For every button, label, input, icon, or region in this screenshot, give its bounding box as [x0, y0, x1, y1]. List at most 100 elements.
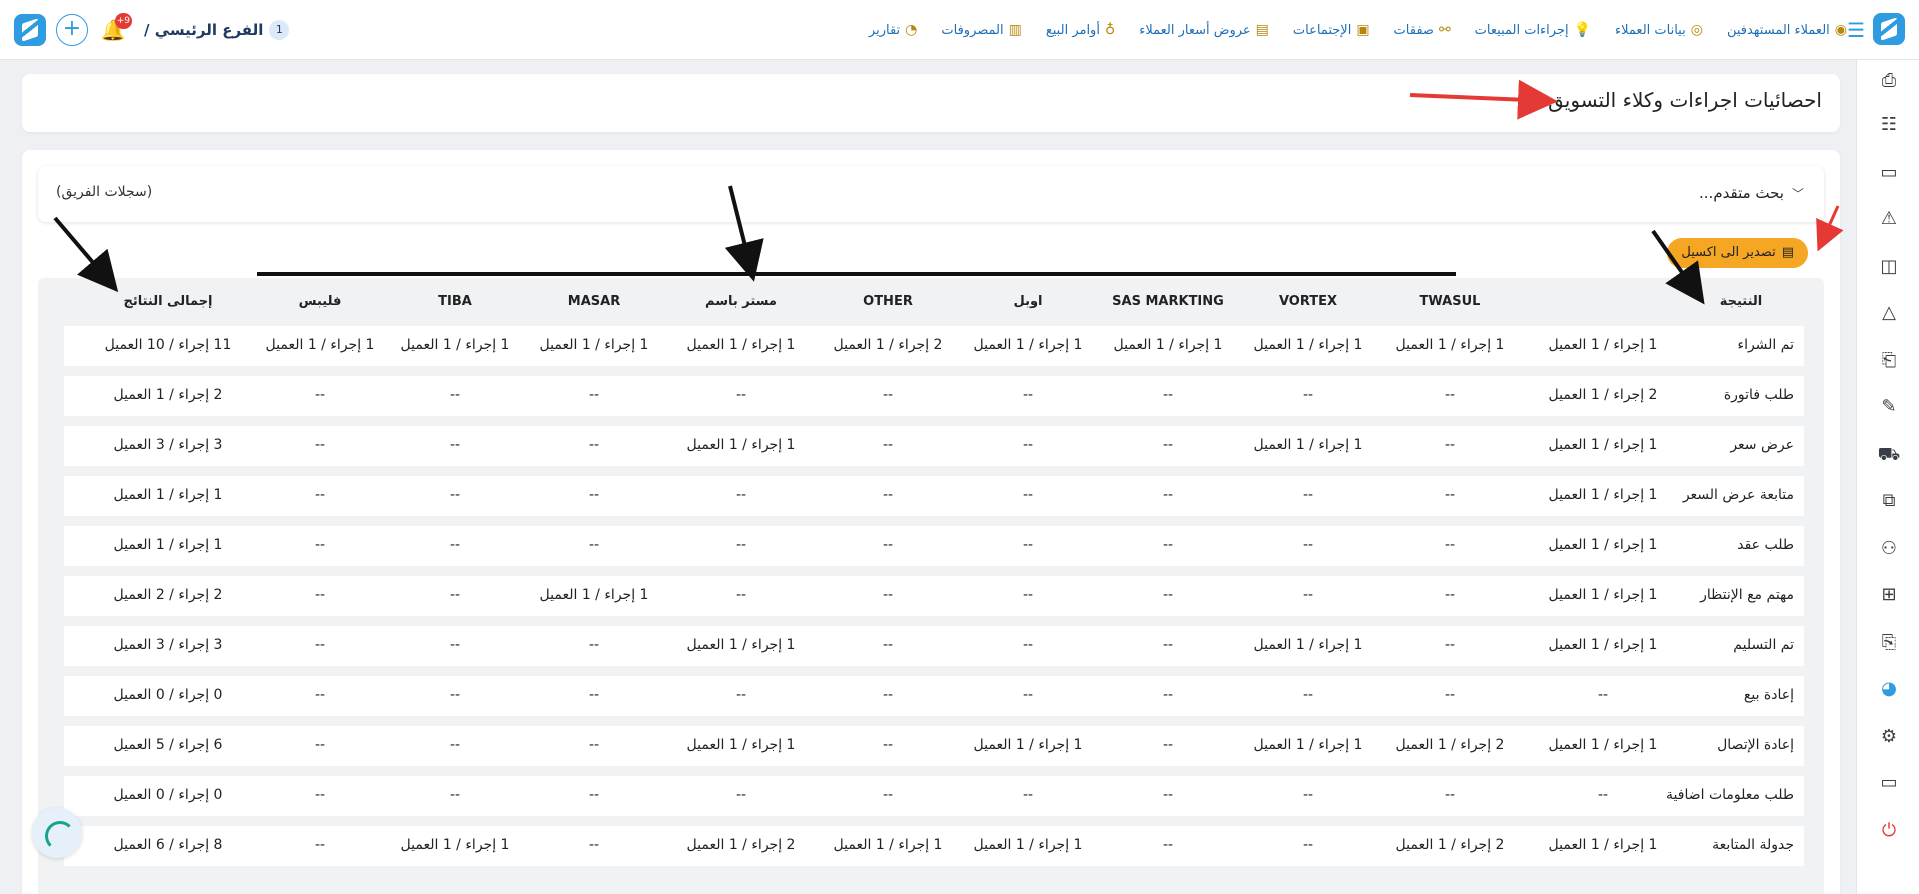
value-cell: --	[882, 687, 894, 703]
value-cell: --	[1444, 637, 1456, 653]
table-row: متابعة عرض السعر 1 إجراء / 1 العميل -- -- --…	[64, 476, 1804, 516]
nav-label: عروض أسعار العملاء	[1139, 22, 1251, 38]
value-cell: 1 إجراء / 1 العميل	[400, 337, 510, 353]
value-cell: --	[882, 587, 894, 603]
nav-quotes[interactable]: ▤ عروض أسعار العملاء	[1127, 22, 1281, 38]
user-settings-icon[interactable]: ⚇	[1876, 536, 1902, 562]
top-navigation-bar: + 🔔 +9 1 الفرع الرئيسي / ◉ العملاء المست…	[0, 0, 1919, 60]
column-header: TWASUL	[1419, 294, 1481, 309]
value-cell: --	[1302, 387, 1314, 403]
chart-triangle-icon[interactable]: △	[1876, 300, 1902, 326]
warning-icon[interactable]: ⚠	[1876, 206, 1902, 232]
table-header: النتيجة TWASUL VORTEX SAS MARKTING اوبل OTHER…	[38, 278, 1824, 322]
total-cell: 3 إجراء / 3 العميل	[113, 437, 223, 453]
settings-icon[interactable]: ⚙	[1876, 724, 1902, 750]
branch-number: 1	[269, 20, 290, 40]
add-file-icon[interactable]: ⎙	[1876, 68, 1902, 94]
value-cell: --	[1022, 387, 1034, 403]
value-cell: --	[588, 837, 600, 853]
nav-label: تقارير	[868, 22, 901, 38]
reports-icon: ◔	[905, 22, 918, 38]
value-cell: --	[449, 637, 461, 653]
notification-badge: +9	[114, 13, 132, 29]
value-cell: --	[1022, 637, 1034, 653]
value-cell: 1 إجراء / 1 العميل	[973, 337, 1083, 353]
sign-pen-icon[interactable]: ✎	[1876, 394, 1902, 420]
sales-actions-icon: 💡	[1573, 22, 1592, 38]
value-cell: 1 إجراء / 1 العميل	[400, 837, 510, 853]
value-cell: --	[1162, 437, 1174, 453]
add-document-icon[interactable]: ⊞	[1876, 582, 1902, 608]
quotes-icon: ▤	[1255, 22, 1269, 38]
nav-sales-actions[interactable]: 💡 إجراءات المبيعات	[1463, 22, 1603, 38]
value-cell: 2 إجراء / 1 العميل	[1395, 737, 1505, 753]
invoice-icon[interactable]: ⎗	[1876, 348, 1902, 374]
main-card: ﹀ بحث متقدم... (سجلات الفريق) ▤ تصدير ال…	[22, 150, 1840, 894]
value-cell: 2 إجراء / 1 العميل	[1395, 837, 1505, 853]
nav-customer-data[interactable]: ◎ بيانات العملاء	[1603, 22, 1715, 38]
nav-deals[interactable]: ⚯ صفقات	[1382, 22, 1463, 38]
value-cell: --	[1444, 387, 1456, 403]
column-header: TIBA	[438, 294, 472, 309]
value-cell: 1 إجراء / 1 العميل	[1548, 737, 1658, 753]
column-header: اوبل	[1013, 294, 1043, 309]
value-cell: --	[314, 637, 326, 653]
export-excel-button[interactable]: ▤ تصدير الى اكسيل	[1667, 238, 1808, 268]
value-cell: --	[1597, 687, 1609, 703]
value-cell: --	[314, 787, 326, 803]
value-cell: --	[735, 487, 747, 503]
analytics-icon[interactable]: ◕	[1876, 676, 1902, 702]
power-icon[interactable]: ⏻	[1876, 818, 1902, 844]
value-cell: --	[1444, 537, 1456, 553]
value-cell: 2 إجراء / 1 العميل	[833, 337, 943, 353]
value-cell: --	[314, 437, 326, 453]
table-row: إعادة الإتصال 1 إجراء / 1 العميل 2 إجراء /…	[64, 726, 1804, 766]
value-cell: --	[882, 737, 894, 753]
nav-target-customers[interactable]: ◉ العملاء المستهدفين	[1715, 22, 1859, 38]
branch-selector[interactable]: 1 الفرع الرئيسي /	[144, 20, 290, 40]
team-icon[interactable]: ☷	[1876, 112, 1902, 138]
total-cell: 1 إجراء / 1 العميل	[113, 537, 223, 553]
column-header: إجمالى النتائج	[123, 294, 213, 309]
value-cell: --	[588, 437, 600, 453]
table-row: عرض سعر 1 إجراء / 1 العميل -- 1 إجراء / 1 ا…	[64, 426, 1804, 466]
value-cell: --	[735, 537, 747, 553]
nav-reports[interactable]: ◔ تقارير	[857, 22, 929, 38]
value-cell: --	[882, 487, 894, 503]
value-cell: --	[588, 737, 600, 753]
cash-icon[interactable]: ▭	[1876, 160, 1902, 186]
value-cell: 1 إجراء / 1 العميل	[1113, 337, 1223, 353]
total-cell: 2 إجراء / 1 العميل	[113, 387, 223, 403]
value-cell: 1 إجراء / 1 العميل	[539, 337, 649, 353]
value-cell: --	[1022, 487, 1034, 503]
advanced-search-toggle[interactable]: ﹀ بحث متقدم...	[1699, 184, 1804, 202]
nav-sales-orders[interactable]: ♁ أوامر البيع	[1034, 22, 1127, 38]
value-cell: --	[1444, 437, 1456, 453]
value-cell: --	[314, 687, 326, 703]
nav-expenses[interactable]: ▥ المصروفات	[929, 22, 1033, 38]
value-cell: --	[449, 787, 461, 803]
deals-icon: ⚯	[1438, 22, 1451, 38]
page-title: احصائيات اجراءات وكلاء التسويق	[1548, 88, 1822, 112]
clipboard-icon[interactable]: ⎘	[1876, 630, 1902, 656]
value-cell: --	[449, 487, 461, 503]
screen-icon[interactable]: ▭	[1876, 770, 1902, 796]
total-cell: 8 إجراء / 6 العميل	[113, 837, 223, 853]
brand-logo-icon[interactable]	[1873, 13, 1905, 45]
menu-toggle-icon[interactable]: ☰	[1847, 18, 1865, 42]
notifications-button[interactable]: 🔔 +9	[98, 13, 132, 45]
app-logo-icon[interactable]	[14, 14, 46, 46]
value-cell: 1 إجراء / 1 العميل	[1548, 337, 1658, 353]
total-cell: 3 إجراء / 3 العميل	[113, 637, 223, 653]
value-cell: --	[449, 437, 461, 453]
boxes-icon[interactable]: ⧉	[1876, 488, 1902, 514]
video-icon[interactable]: ◫	[1876, 254, 1902, 280]
value-cell: 1 إجراء / 1 العميل	[1548, 587, 1658, 603]
add-button[interactable]: +	[56, 14, 88, 46]
delivery-icon[interactable]: ⛟	[1876, 442, 1902, 468]
value-cell: 1 إجراء / 1 العميل	[1548, 537, 1658, 553]
chevron-down-icon: ﹀	[1791, 186, 1804, 201]
nav-meetings[interactable]: ▣ الإجتماعات	[1281, 22, 1382, 38]
table-row: طلب فاتورة 2 إجراء / 1 العميل -- -- -- -- -- --…	[64, 376, 1804, 416]
value-cell: --	[882, 387, 894, 403]
